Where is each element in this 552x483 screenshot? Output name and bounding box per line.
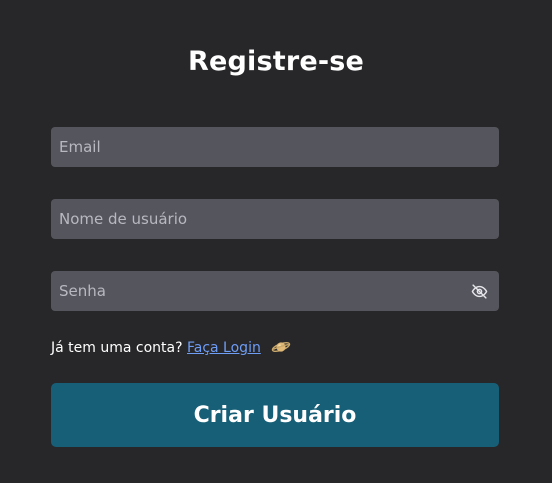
username-input[interactable] bbox=[51, 199, 499, 239]
page-title: Registre-se bbox=[187, 46, 365, 77]
ringed-planet-icon bbox=[272, 341, 291, 353]
username-field[interactable] bbox=[51, 199, 499, 239]
register-card: Registre-se Já tem uma conta? Faça Login… bbox=[0, 0, 552, 483]
password-field[interactable] bbox=[51, 271, 499, 311]
login-prompt-text: Já tem uma conta? bbox=[51, 340, 183, 356]
email-input[interactable] bbox=[51, 127, 499, 167]
login-prompt-line: Já tem uma conta? Faça Login bbox=[51, 338, 291, 358]
email-field[interactable] bbox=[51, 127, 499, 167]
login-link[interactable]: Faça Login bbox=[187, 340, 261, 356]
password-input[interactable] bbox=[51, 271, 499, 311]
create-user-button[interactable]: Criar Usuário bbox=[51, 383, 499, 447]
eye-off-icon[interactable] bbox=[471, 283, 488, 300]
